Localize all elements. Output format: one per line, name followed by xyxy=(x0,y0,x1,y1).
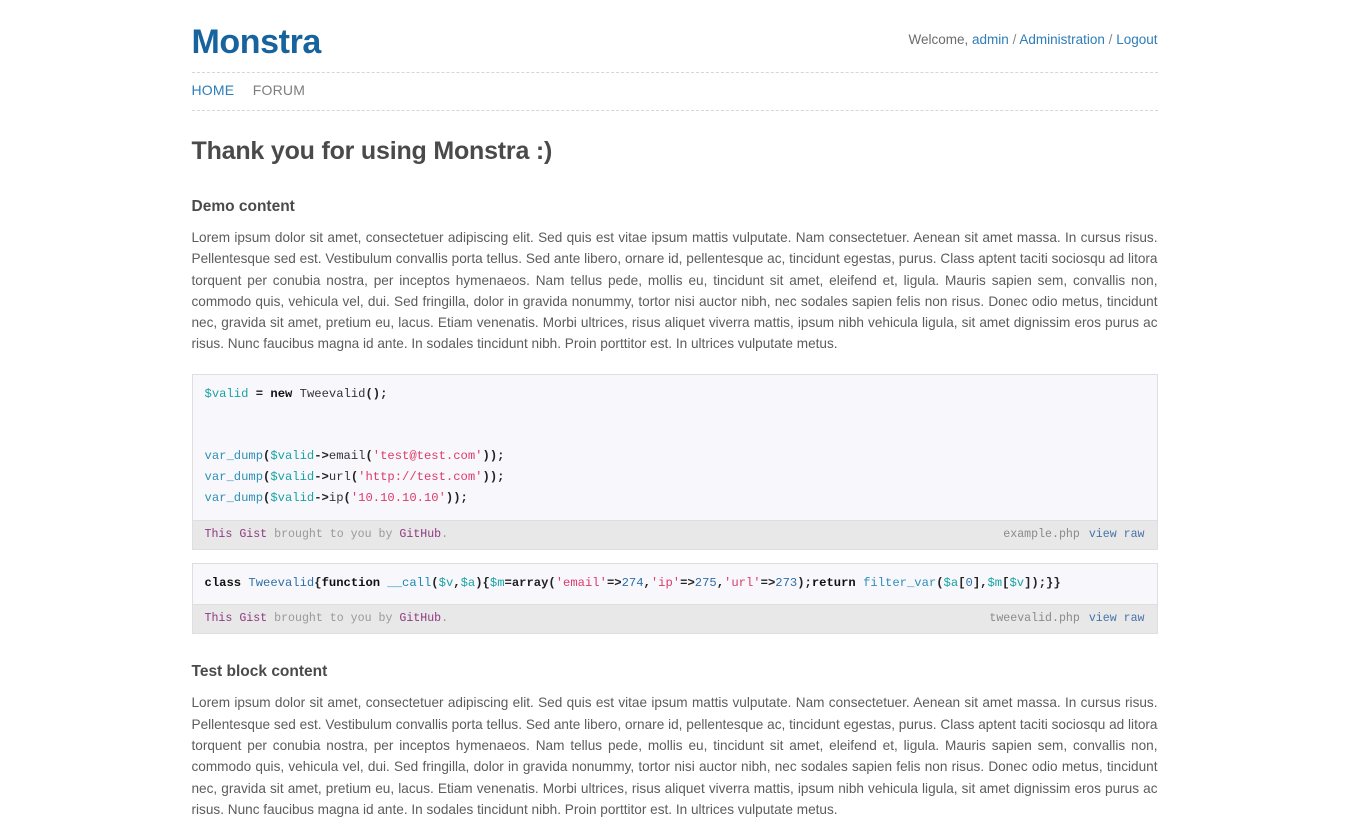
site-header: Monstra Welcome, admin / Administration … xyxy=(192,0,1158,64)
gist-filename: example.php xyxy=(1003,528,1080,541)
section-test-block-content: Test block content Lorem ipsum dolor sit… xyxy=(192,663,1158,820)
gist-code-example-php[interactable]: $valid = new Tweevalid(); var_dump($vali… xyxy=(193,375,1157,520)
gist-view-raw-link[interactable]: view raw xyxy=(1089,612,1145,625)
gist-this-link[interactable]: This xyxy=(205,528,233,541)
gist-this-link[interactable]: This xyxy=(205,612,233,625)
section-demo-content: Demo content Lorem ipsum dolor sit amet,… xyxy=(192,198,1158,634)
administration-link[interactable]: Administration xyxy=(1019,32,1105,47)
gist-example-php: $valid = new Tweevalid(); var_dump($vali… xyxy=(192,374,1158,550)
logout-link[interactable]: Logout xyxy=(1116,32,1157,47)
gist-code-tweevalid-php[interactable]: class Tweevalid{function __call($v,$a){$… xyxy=(193,564,1157,605)
gist-attribution-period: . xyxy=(441,528,448,541)
gist-file-actions: example.php view raw xyxy=(1003,527,1144,542)
section-heading-test-block-content: Test block content xyxy=(192,663,1158,681)
welcome-label: Welcome, xyxy=(908,32,968,47)
gist-meta-example-php: This Gist brought to you by GitHub. exam… xyxy=(193,520,1157,549)
nav-list: HOME FORUM xyxy=(192,82,1158,100)
page-container: Monstra Welcome, admin / Administration … xyxy=(192,0,1158,832)
gist-file-actions: tweevalid.php view raw xyxy=(989,611,1144,626)
gist-github-link[interactable]: GitHub xyxy=(399,528,441,541)
gist-attribution-period: . xyxy=(441,612,448,625)
gist-attribution: This Gist brought to you by GitHub. xyxy=(205,528,449,541)
gist-filename: tweevalid.php xyxy=(989,612,1079,625)
gist-gist-link[interactable]: Gist xyxy=(239,612,267,625)
main-navigation: HOME FORUM xyxy=(192,72,1158,111)
user-bar-separator-2: / xyxy=(1109,32,1113,47)
gist-github-link[interactable]: GitHub xyxy=(399,612,441,625)
section-paragraph-demo-content: Lorem ipsum dolor sit amet, consectetuer… xyxy=(192,227,1158,355)
nav-item-home[interactable]: HOME xyxy=(192,82,235,100)
user-bar: Welcome, admin / Administration / Logout xyxy=(908,32,1157,47)
page-root: Monstra Welcome, admin / Administration … xyxy=(0,0,1349,832)
nav-item-forum[interactable]: FORUM xyxy=(253,82,305,100)
nav-link-home[interactable]: HOME xyxy=(192,82,235,98)
username-link[interactable]: admin xyxy=(972,32,1009,47)
gist-attribution-text: brought to you by xyxy=(274,612,392,625)
gist-meta-tweevalid-php: This Gist brought to you by GitHub. twee… xyxy=(193,604,1157,633)
gist-attribution-text: brought to you by xyxy=(274,528,392,541)
gist-attribution: This Gist brought to you by GitHub. xyxy=(205,612,449,625)
site-logo[interactable]: Monstra xyxy=(192,22,321,62)
gist-view-raw-link[interactable]: view raw xyxy=(1089,528,1145,541)
gist-gist-link[interactable]: Gist xyxy=(239,528,267,541)
main-content: Thank you for using Monstra :) Demo cont… xyxy=(192,111,1158,820)
page-title: Thank you for using Monstra :) xyxy=(192,137,1158,166)
nav-link-forum[interactable]: FORUM xyxy=(253,82,305,98)
section-heading-demo-content: Demo content xyxy=(192,198,1158,216)
user-bar-separator-1: / xyxy=(1013,32,1017,47)
section-paragraph-test-block-content: Lorem ipsum dolor sit amet, consectetuer… xyxy=(192,692,1158,820)
gist-tweevalid-php: class Tweevalid{function __call($v,$a){$… xyxy=(192,563,1158,635)
